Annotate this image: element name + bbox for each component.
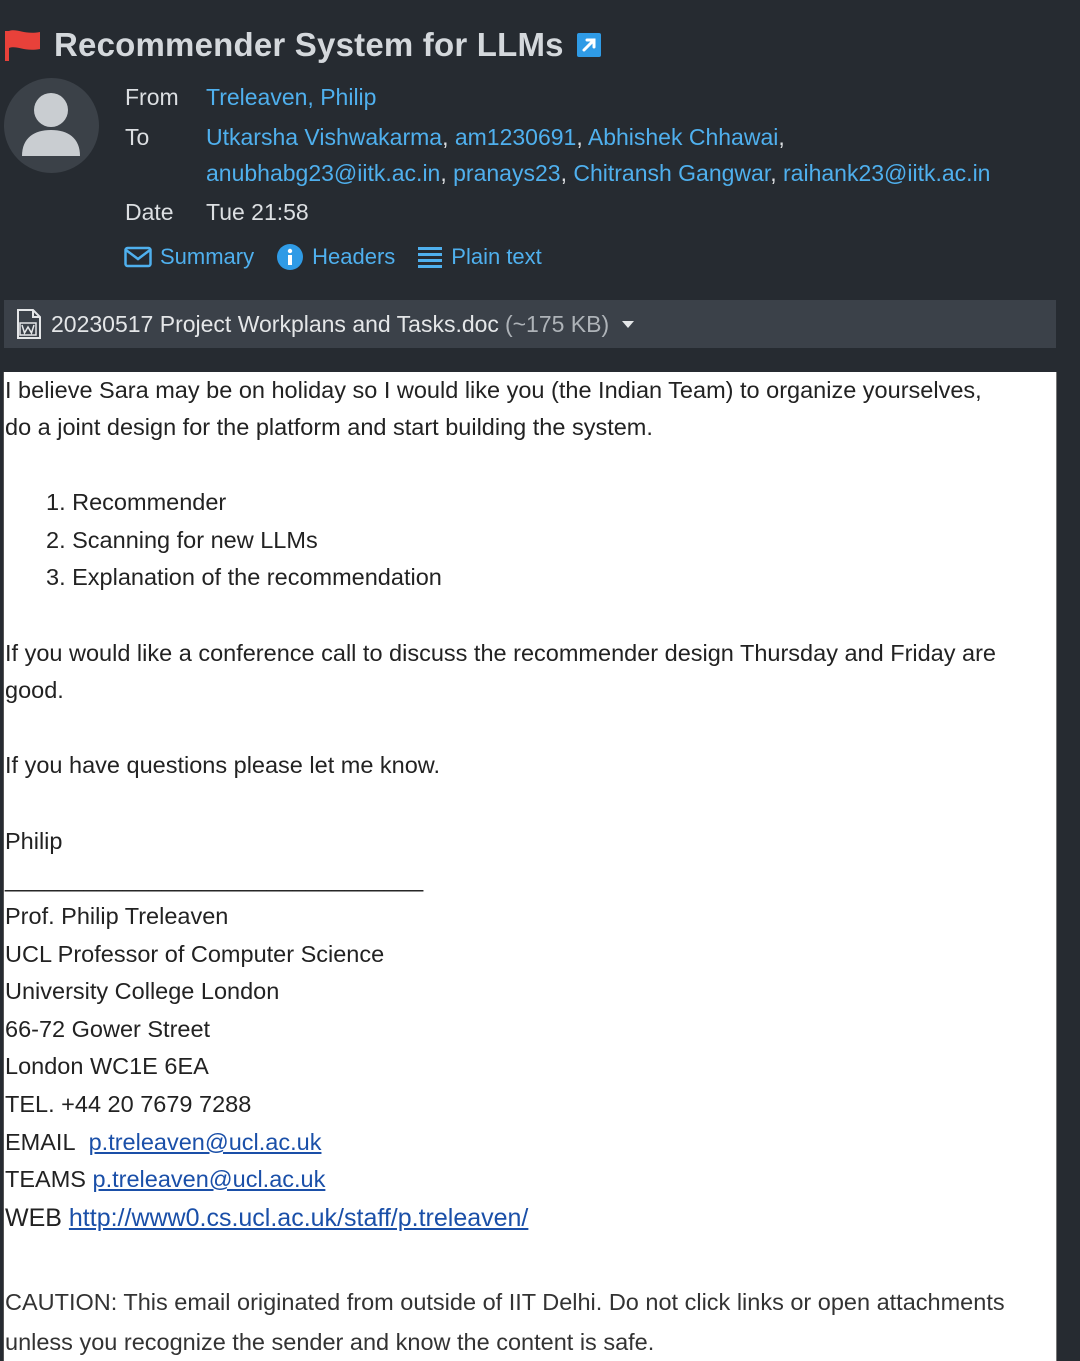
sender-avatar bbox=[4, 78, 99, 173]
signature-rule: ________________________________ bbox=[5, 866, 424, 892]
recipient-link[interactable]: pranays23 bbox=[453, 160, 560, 186]
attachment-size: (~175 KB) bbox=[504, 310, 610, 337]
body-paragraph: If you have questions please let me know… bbox=[5, 752, 441, 778]
subject-row: Recommender System for LLMs bbox=[0, 20, 602, 70]
attachment-name[interactable]: 20230517 Project Workplans and Tasks.doc bbox=[51, 311, 499, 338]
attachment-bar[interactable]: 20230517 Project Workplans and Tasks.doc… bbox=[4, 300, 1056, 348]
flag-icon[interactable] bbox=[2, 27, 42, 63]
open-in-new-window-icon[interactable] bbox=[576, 32, 602, 58]
signature-teams: TEAMS p.treleaven@ucl.ac.uk bbox=[5, 1161, 325, 1199]
list-item: 2. Scanning for new LLMs bbox=[46, 527, 318, 553]
email-link[interactable]: p.treleaven@ucl.ac.uk bbox=[89, 1129, 322, 1155]
signature-city: London WC1E 6EA bbox=[5, 1053, 209, 1079]
body-paragraph: good. bbox=[5, 677, 64, 703]
caution-notice: unless you recognize the sender and know… bbox=[5, 1329, 655, 1355]
headers-label: Headers bbox=[312, 244, 396, 269]
text-lines-icon bbox=[418, 247, 443, 268]
plain-text-button[interactable]: Plain text bbox=[417, 244, 542, 270]
caution-notice: CAUTION: This email originated from outs… bbox=[5, 1289, 1005, 1315]
signature-name: Prof. Philip Treleaven bbox=[5, 903, 229, 929]
email-label: EMAIL bbox=[5, 1129, 76, 1155]
signature-title: UCL Professor of Computer Science bbox=[5, 941, 385, 967]
teams-link[interactable]: p.treleaven@ucl.ac.uk bbox=[93, 1166, 326, 1192]
to-recipients: Utkarsha Vishwakarma, am1230691, Abhishe… bbox=[206, 124, 991, 186]
info-icon bbox=[277, 244, 304, 270]
signature-email: EMAIL p.treleaven@ucl.ac.uk bbox=[5, 1124, 321, 1162]
from-sender-link[interactable]: Treleaven, Philip bbox=[206, 79, 376, 115]
recipient-link[interactable]: Abhishek Chhawai bbox=[588, 124, 779, 150]
chevron-down-icon[interactable] bbox=[621, 319, 635, 329]
signature-org: University College London bbox=[5, 978, 280, 1004]
recipient-link[interactable]: Utkarsha Vishwakarma bbox=[206, 124, 442, 150]
body-paragraph: If you would like a conference call to d… bbox=[5, 640, 996, 666]
to-label: To bbox=[125, 124, 150, 150]
list-item: 3. Explanation of the recommendation bbox=[46, 564, 442, 590]
envelope-icon bbox=[124, 246, 152, 268]
date-label: Date bbox=[125, 199, 174, 225]
signature-web: WEB http://www0.cs.ucl.ac.uk/staff/p.tre… bbox=[5, 1200, 528, 1238]
recipient-link[interactable]: raihank23@iitk.ac.in bbox=[783, 160, 990, 186]
person-icon bbox=[22, 93, 80, 156]
plain-text-label: Plain text bbox=[451, 244, 542, 269]
recipient-link[interactable]: anubhabg23@iitk.ac.in bbox=[206, 160, 440, 186]
recipient-link[interactable]: Chitransh Gangwar bbox=[573, 160, 770, 186]
recipient-link[interactable]: am1230691 bbox=[455, 124, 577, 150]
view-toggle-bar: Summary Headers Plain text bbox=[124, 240, 564, 274]
body-paragraph: do a joint design for the platform and s… bbox=[5, 414, 653, 440]
body-paragraph: I believe Sara may be on holiday so I wo… bbox=[5, 377, 982, 403]
headers-button[interactable]: Headers bbox=[276, 243, 395, 271]
signature-street: 66-72 Gower Street bbox=[5, 1016, 211, 1042]
web-label: WEB bbox=[5, 1204, 62, 1232]
signature-tel: TEL. +44 20 7679 7288 bbox=[5, 1091, 252, 1117]
date-value: Tue 21:58 bbox=[206, 199, 309, 225]
email-subject: Recommender System for LLMs bbox=[54, 26, 564, 63]
from-label: From bbox=[125, 84, 179, 110]
web-link[interactable]: http://www0.cs.ucl.ac.uk/staff/p.treleav… bbox=[69, 1204, 528, 1232]
message-body: I believe Sara may be on holiday so I wo… bbox=[3, 372, 1057, 1361]
word-document-icon bbox=[17, 309, 41, 339]
message-viewer: Recommender System for LLMs From Treleav… bbox=[0, 0, 1080, 1361]
list-item: 1. Recommender bbox=[46, 489, 227, 515]
summary-button[interactable]: Summary bbox=[124, 244, 254, 270]
signoff: Philip bbox=[5, 828, 63, 854]
summary-label: Summary bbox=[160, 244, 255, 269]
teams-label: TEAMS bbox=[5, 1166, 86, 1192]
